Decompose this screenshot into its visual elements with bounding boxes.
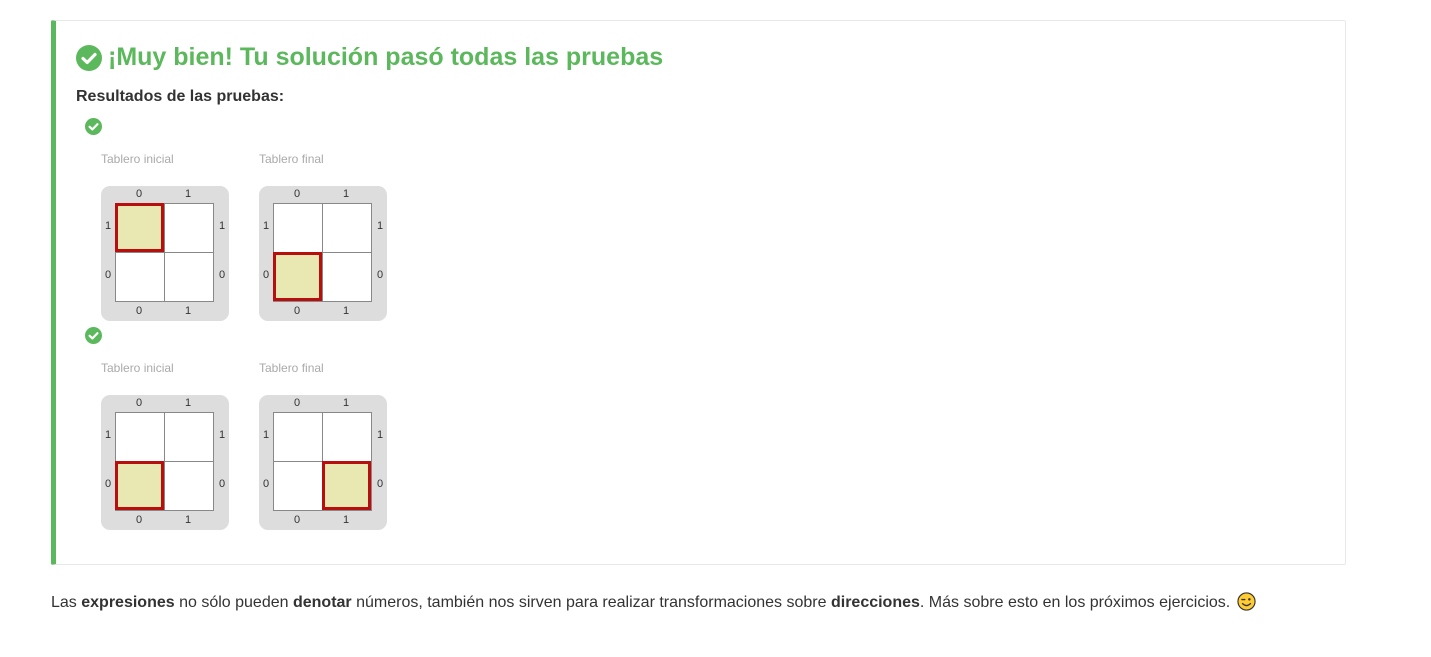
board: 0 0 1 1 1 1 0 0 [259,395,387,530]
results-label: Resultados de las pruebas: [76,88,285,105]
board-grid [115,412,214,511]
board-grid [115,203,214,302]
wink-emoji-icon [1237,592,1256,611]
row-label: 0 [218,478,226,490]
result-title: ¡Muy bien! Tu solución pasó todas las pr… [76,43,663,72]
footer-text-1: Las [51,594,82,611]
row-label: 0 [262,478,270,490]
column-label: 1 [342,188,350,200]
board: 0 0 1 1 1 1 0 0 [259,186,387,321]
final-board-caption: Tablero final [259,361,324,375]
column-label: 1 [342,305,350,317]
column-label: 0 [293,514,301,526]
row-label: 1 [104,429,112,441]
column-label: 1 [184,514,192,526]
column-label: 1 [184,305,192,317]
column-label: 1 [184,397,192,409]
footer-text-4: . Más sobre esto en los próximos ejercic… [919,594,1231,611]
row-label: 1 [376,220,384,232]
row-label: 0 [262,269,270,281]
row-label: 1 [262,220,270,232]
result-title-text: ¡Muy bien! Tu solución pasó todas las pr… [108,43,664,71]
column-label: 1 [342,397,350,409]
board-head [115,461,164,510]
row-label: 0 [218,269,226,281]
row-label: 0 [104,269,112,281]
footer-bold-direcciones: direcciones [830,594,920,611]
column-label: 1 [342,514,350,526]
row-label: 1 [104,220,112,232]
footer-bold-expresiones: expresiones [81,594,175,611]
board: 0 0 1 1 1 1 0 0 [101,395,229,530]
result-panel: ¡Muy bien! Tu solución pasó todas las pr… [51,20,1346,565]
column-label: 0 [135,514,143,526]
column-label: 0 [293,305,301,317]
check-circle-icon [76,44,102,71]
board-grid [273,203,372,302]
footer-text-3: números, también nos sirven para realiza… [351,594,831,611]
grid-line [116,252,213,253]
row-label: 1 [218,429,226,441]
initial-board-caption: Tablero inicial [101,152,174,166]
board-head [273,252,322,301]
footer-text-2: no sólo pueden [174,594,293,611]
row-label: 0 [376,269,384,281]
test-passed-check-icon [85,327,102,344]
row-label: 1 [262,429,270,441]
board: 0 0 1 1 1 1 0 0 [101,186,229,321]
column-label: 0 [135,188,143,200]
board-head [322,461,371,510]
row-label: 0 [104,478,112,490]
row-label: 1 [376,429,384,441]
column-label: 1 [184,188,192,200]
board-grid [273,412,372,511]
footer-bold-denotar: denotar [292,594,352,611]
column-label: 0 [135,397,143,409]
explanation-paragraph: Las expresiones no sólo pueden denotar n… [51,592,1256,612]
initial-board-caption: Tablero inicial [101,361,174,375]
column-label: 0 [293,188,301,200]
row-label: 1 [218,220,226,232]
test-passed-check-icon [85,118,102,135]
column-label: 0 [135,305,143,317]
row-label: 0 [376,478,384,490]
final-board-caption: Tablero final [259,152,324,166]
column-label: 0 [293,397,301,409]
board-head [115,203,164,252]
